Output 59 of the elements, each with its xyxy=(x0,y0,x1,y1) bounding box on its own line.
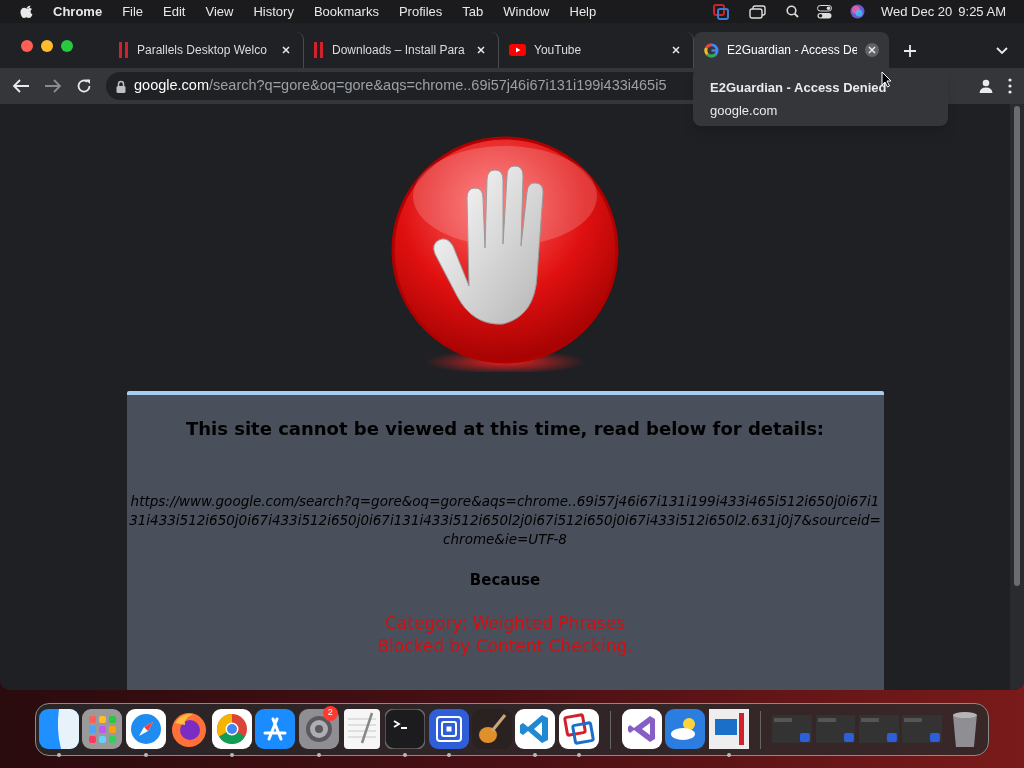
menu-bar-time[interactable]: 9:25 AM xyxy=(958,1,1006,22)
reload-icon[interactable] xyxy=(76,78,92,94)
play-icon xyxy=(509,44,526,56)
forward-arrow-icon[interactable] xyxy=(44,78,62,94)
menu-bar-date[interactable]: Wed Dec 20 xyxy=(881,1,953,22)
minimize-window-button[interactable] xyxy=(41,39,53,52)
person-icon[interactable] xyxy=(978,78,994,94)
cloud-sun-icon[interactable] xyxy=(665,708,706,749)
apple-logo-icon[interactable] xyxy=(20,4,33,19)
url-text: google.com/search?q=gore&oq=gore&aqs=chrome..69i57j46i67i131i199i433i465i5 xyxy=(134,76,667,96)
infinity-icon[interactable] xyxy=(622,708,663,749)
tab-title: Parallels Desktop Welco xyxy=(137,42,268,59)
concentric-squares-icon[interactable] xyxy=(428,708,469,749)
guitar-icon[interactable] xyxy=(471,708,512,749)
window-icon[interactable] xyxy=(708,708,749,749)
menu-item[interactable]: History xyxy=(253,1,294,22)
lock-icon xyxy=(116,79,126,93)
split-face-square-icon[interactable] xyxy=(39,708,79,749)
toggles-icon[interactable] xyxy=(817,4,832,19)
back-arrow-icon[interactable] xyxy=(12,78,30,94)
plus-icon[interactable] xyxy=(903,44,917,58)
close-icon[interactable] xyxy=(865,43,879,57)
search-icon[interactable] xyxy=(786,5,799,18)
gear-icon[interactable] xyxy=(298,708,339,749)
multicolor-ring-icon xyxy=(704,42,719,58)
block-reason: Blocked by Content Checking. xyxy=(377,634,633,658)
tooltip-host: google.com xyxy=(710,101,778,120)
zoom-window-button[interactable] xyxy=(61,39,73,52)
menu-item[interactable]: Window xyxy=(503,1,550,22)
grid-icon[interactable] xyxy=(82,708,123,749)
menu-item[interactable]: View xyxy=(205,1,234,22)
scrollbar-thumb[interactable] xyxy=(1014,106,1020,586)
gradient-orb-icon[interactable] xyxy=(850,4,865,19)
because-label: Because xyxy=(469,570,541,591)
ribbon-icon[interactable] xyxy=(515,708,556,749)
menu-item[interactable]: File xyxy=(122,1,144,22)
double-bar-icon xyxy=(314,42,324,58)
blocked-url: https://www.google.com/search?q=gore&oq=gore&aqs=chrome..69i57j46i67i131i199i433i465i512i650j0i67i131i433i512i650j0i67i433i512i650j0i67i131i433i512i650l2j0i67i512i650j0i67i433i512i650l2.631j0j7&sourceid=chrome&ie=UTF-8 xyxy=(128,492,882,549)
compass-icon[interactable] xyxy=(125,708,166,749)
stacked-windows-icon[interactable] xyxy=(749,4,766,19)
app-menu[interactable]: Chrome xyxy=(53,1,103,22)
menu-item[interactable]: Profiles xyxy=(398,1,443,22)
notepad-icon[interactable] xyxy=(342,708,383,749)
more-vertical-icon[interactable] xyxy=(1008,78,1012,94)
tab-title: YouTube xyxy=(534,42,583,59)
menu-item[interactable]: Edit xyxy=(163,1,186,22)
close-window-button[interactable] xyxy=(21,39,33,52)
chevron-down-icon[interactable] xyxy=(996,47,1008,55)
menu-item[interactable]: Bookmarks xyxy=(313,1,379,22)
tab-title: Downloads – Install Para xyxy=(332,42,466,59)
menu-item[interactable]: Tab xyxy=(462,1,484,22)
crossed-lines-icon[interactable] xyxy=(255,708,296,749)
menu-item[interactable]: Help xyxy=(569,1,597,22)
browser-tab[interactable]: E2Guardian - Access De xyxy=(694,32,889,68)
terminal-icon[interactable] xyxy=(385,708,426,749)
block-reason: Category: Weighted Phrases xyxy=(384,611,625,635)
double-bar-icon xyxy=(119,42,129,58)
panel-heading: This site cannot be viewed at this time, read below for details: xyxy=(185,417,825,441)
tab-title: E2Guardian - Access De xyxy=(727,42,857,59)
